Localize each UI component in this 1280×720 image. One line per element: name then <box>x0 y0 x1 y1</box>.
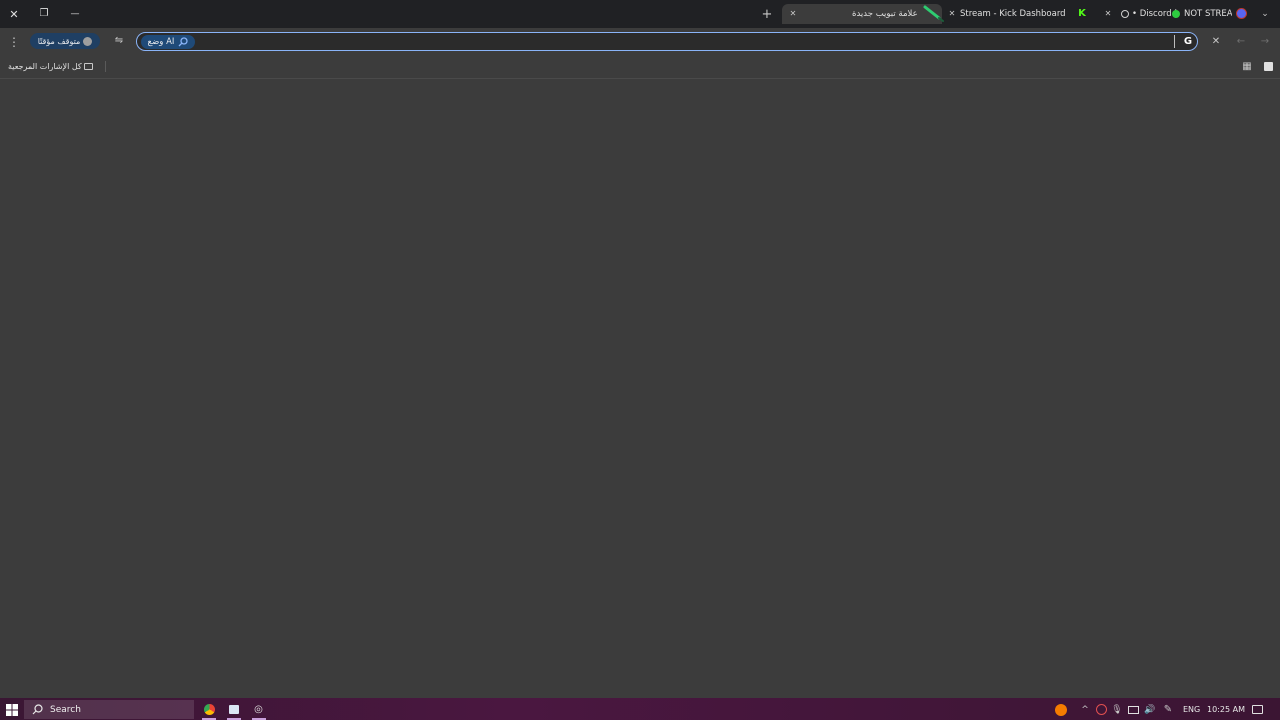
search-icon <box>32 704 43 715</box>
language-indicator[interactable]: ENG <box>1183 706 1200 714</box>
google-icon[interactable]: G <box>1181 35 1195 49</box>
paused-label: متوقف مؤقتًا <box>37 36 81 46</box>
tab-title: علامة تبويب جديدة <box>852 9 918 19</box>
taskbar-search-box[interactable]: Search <box>24 700 194 719</box>
microphone-icon[interactable]: 🎙 <box>1111 704 1122 716</box>
side-panel-icon[interactable] <box>1264 62 1273 71</box>
volume-icon[interactable]: 🔊 <box>1144 704 1156 716</box>
obs-icon[interactable]: ◎ <box>252 703 265 716</box>
tab-title: NOT STREAM <box>1184 9 1232 19</box>
tab-groups-icon[interactable]: ▦ <box>1240 60 1254 74</box>
page-content <box>0 79 1280 698</box>
close-window-button[interactable]: ✕ <box>6 6 22 22</box>
network-icon[interactable] <box>1128 706 1139 714</box>
back-arrow-icon[interactable]: ← <box>1234 34 1248 50</box>
ai-mode-label: وضع AI <box>147 37 175 47</box>
avatar-icon <box>83 36 93 46</box>
clock[interactable]: 10:25 AM <box>1207 706 1245 714</box>
close-tab-icon[interactable]: ✕ <box>945 7 959 21</box>
minimize-window-button[interactable]: — <box>67 6 83 22</box>
close-tab-icon[interactable]: ✕ <box>1101 7 1115 21</box>
ai-search-icon <box>178 37 189 47</box>
tab-not-streaming[interactable]: NOT STREAM <box>1170 4 1232 24</box>
folder-icon <box>84 63 93 70</box>
all-bookmarks-label: كل الإشارات المرجعية <box>8 62 82 71</box>
show-hidden-icons-chevron[interactable]: ^ <box>1080 704 1090 716</box>
orange-app-tray-icon[interactable] <box>1055 704 1067 716</box>
record-icon <box>1121 10 1129 18</box>
tab-kick-dashboard[interactable]: ✕ Stream - Kick Dashboard K <box>943 4 1093 24</box>
tab-title: Stream - Kick Dashboard <box>960 9 1066 19</box>
live-status-icon <box>1172 10 1180 18</box>
all-bookmarks-button[interactable]: كل الإشارات المرجعية <box>6 60 98 74</box>
restore-window-button[interactable]: ❐ <box>36 6 52 22</box>
address-input[interactable] <box>200 36 1164 50</box>
bookmarks-bar <box>0 56 1280 79</box>
tune-settings-icon[interactable]: ⇋ <box>112 34 126 48</box>
close-tab-icon[interactable]: ✕ <box>786 7 800 21</box>
chrome-taskbar-icon[interactable] <box>204 704 215 715</box>
pen-workspace-icon[interactable]: ✎ <box>1162 704 1174 716</box>
tab-strip: ✕ ❐ — + ✕ علامة تبويب جديدة ✕ Stream - K… <box>0 0 1280 28</box>
new-tab-button[interactable]: + <box>759 6 775 22</box>
bookmarks-divider <box>105 61 106 72</box>
stop-reload-icon[interactable]: ✕ <box>1209 34 1223 50</box>
notification-center-icon[interactable] <box>1252 705 1263 714</box>
menu-kebab-icon[interactable]: ⋮ <box>8 34 20 50</box>
forward-arrow-icon[interactable]: → <box>1258 34 1272 50</box>
tab-search-chevron-icon[interactable]: ⌄ <box>1258 6 1272 22</box>
windows-start-icon[interactable] <box>6 704 18 716</box>
profile-icon[interactable] <box>1236 8 1247 19</box>
text-caret <box>1174 35 1175 48</box>
file-explorer-icon[interactable] <box>229 705 239 714</box>
tab-discord[interactable]: ✕ • Discord | <box>1100 4 1178 24</box>
taskbar-search-label: Search <box>50 705 81 715</box>
kick-icon: K <box>1078 8 1086 19</box>
antivirus-tray-icon[interactable] <box>1096 704 1107 715</box>
tab-new-tab[interactable]: ✕ علامة تبويب جديدة <box>782 4 942 24</box>
profile-paused-chip[interactable]: متوقف مؤقتًا <box>30 33 100 49</box>
ai-mode-chip[interactable]: وضع AI <box>141 35 195 49</box>
